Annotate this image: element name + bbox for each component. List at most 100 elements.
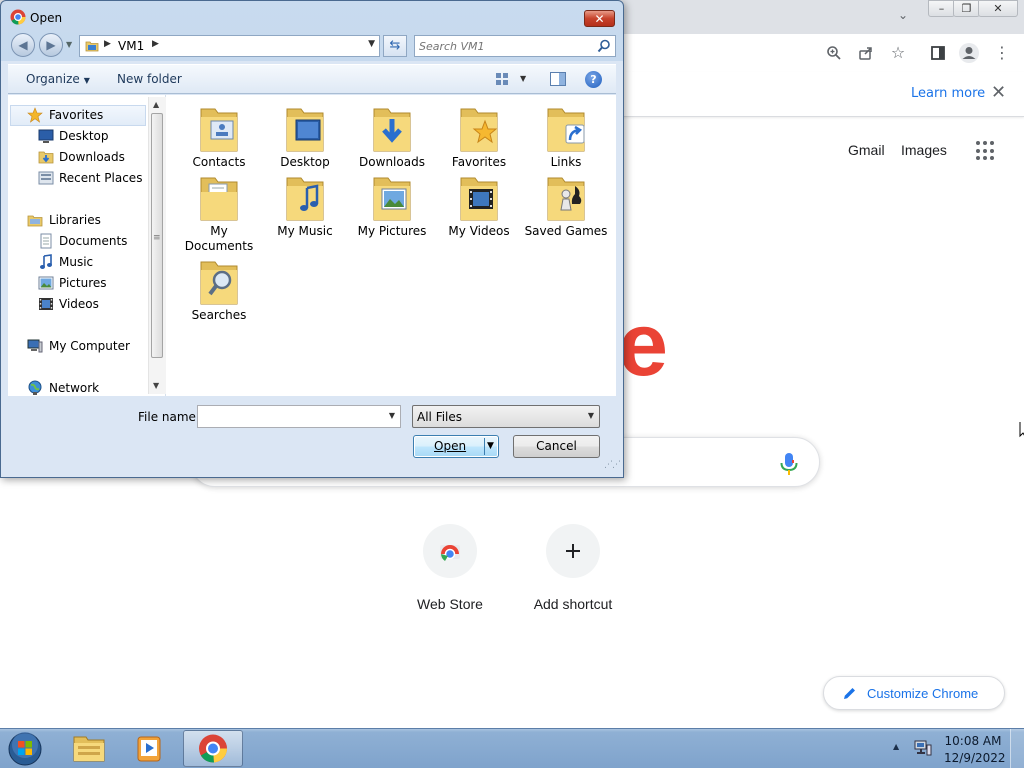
file-item-downloads[interactable]: Downloads [350,103,434,170]
search-field[interactable] [414,35,616,57]
nav-music-label: Music [59,255,94,269]
nav-desktop-label: Desktop [59,129,109,143]
bookmark-star-icon[interactable]: ☆ [886,41,910,65]
nav-desktop[interactable]: Desktop [10,126,149,146]
dialog-close-button[interactable]: ✕ [584,10,615,27]
breadcrumb-vm1[interactable]: VM1 [118,39,144,53]
file-item-my-pictures[interactable]: My Pictures [350,172,434,239]
file-name-input[interactable] [201,409,377,424]
gmail-link[interactable]: Gmail [848,142,885,158]
window-close-button[interactable]: ✕ [978,0,1018,17]
share-icon[interactable] [854,41,878,65]
clock-time[interactable]: 10:08 AM [944,734,1002,748]
new-folder-button[interactable]: New folder [117,72,182,86]
file-item-favorites[interactable]: Favorites [437,103,521,170]
network-tray-icon[interactable] [914,740,932,756]
organize-menu[interactable]: Organize ▼ [26,72,90,86]
infobar-close-icon[interactable]: ✕ [991,82,1006,103]
nav-recent-places[interactable]: Recent Places [10,168,149,188]
open-options-dropdown-icon[interactable]: ▼ [487,436,494,457]
recent-places-icon [38,171,54,185]
cancel-button[interactable]: Cancel [513,435,600,458]
images-link[interactable]: Images [901,142,947,158]
help-icon[interactable]: ? [585,71,602,88]
change-view-icon[interactable] [495,72,509,86]
saved-games-folder-icon [547,177,585,221]
file-item-label: Contacts [192,155,246,169]
web-store-shortcut[interactable] [423,524,477,578]
forward-button[interactable]: ▶ [39,33,63,57]
profile-avatar-icon[interactable] [957,41,981,65]
address-dropdown-icon[interactable]: ▼ [368,39,375,49]
side-panel-icon[interactable] [926,41,950,65]
mouse-cursor-icon [1019,421,1024,442]
nav-favorites[interactable]: Favorites [10,105,149,125]
add-shortcut-button[interactable] [546,524,600,578]
file-item-label: Downloads [359,155,425,169]
file-item-label: My Music [277,224,333,238]
media-player-icon [137,736,161,762]
preview-pane-icon[interactable] [550,72,566,86]
show-hidden-icons-arrow-icon[interactable]: ▲ [893,742,899,751]
view-options-dropdown-icon[interactable]: ▼ [520,74,526,83]
file-item-saved-games[interactable]: Saved Games [524,172,608,239]
google-logo-fragment: e [618,295,669,395]
file-item-label: My Videos [448,224,510,238]
taskbar-explorer[interactable] [60,730,118,767]
chevron-down-icon: ▼ [587,411,594,420]
show-desktop-button[interactable] [1010,729,1024,768]
nav-videos[interactable]: Videos [10,294,149,314]
nav-music[interactable]: Music [10,252,149,272]
restore-button[interactable]: ❐ [953,0,980,17]
apps-grid-icon[interactable] [976,141,996,161]
scroll-down-arrow-icon[interactable]: ▼ [153,381,159,390]
nav-recent-places-label: Recent Places [59,171,143,185]
minimize-button[interactable]: – [928,0,955,17]
nav-my-computer[interactable]: My Computer [10,336,149,356]
file-item-searches[interactable]: Searches [177,256,261,323]
resize-grip-icon[interactable]: ⋰⋰ [604,460,621,470]
file-type-filter-select[interactable]: All Files ▼ [412,405,600,428]
breadcrumb-arrow-icon[interactable]: ▶ [104,39,111,49]
nav-pictures[interactable]: Pictures [10,273,149,293]
file-item-label: Links [550,155,582,169]
navigation-scrollbar[interactable]: ▲ ≡ ▼ [148,97,166,394]
taskbar-chrome[interactable] [183,730,243,767]
music-note-icon [40,254,52,269]
open-button[interactable]: Open ▼ [413,435,499,458]
file-item-links[interactable]: Links [524,103,608,170]
file-item-desktop[interactable]: Desktop [263,103,347,170]
back-button[interactable]: ◀ [11,33,35,57]
file-name-combo[interactable]: ▼ [197,405,401,428]
learn-more-link[interactable]: Learn more [911,86,985,101]
nav-network[interactable]: Network [10,378,149,398]
file-item-my-music[interactable]: My Music [263,172,347,239]
chevron-down-icon[interactable]: ▼ [389,411,395,420]
tab-search-chevron-icon[interactable]: ⌄ [898,8,908,22]
file-item-my-videos[interactable]: My Videos [437,172,521,239]
file-item-my-documents[interactable]: My Documents [177,172,261,254]
voice-search-mic-icon[interactable] [778,452,800,476]
start-button[interactable] [6,731,44,767]
file-item-contacts[interactable]: Contacts [177,103,261,170]
desktop-folder-icon [286,108,324,152]
recent-locations-dropdown[interactable]: ▼ [66,40,72,49]
zoom-icon[interactable] [822,41,846,65]
search-input[interactable] [419,38,589,54]
refresh-button[interactable]: ⇆ [383,35,407,57]
plus-icon [566,544,580,558]
contacts-folder-icon [200,108,238,152]
nav-libraries[interactable]: Libraries [10,210,149,230]
nav-documents[interactable]: Documents [10,231,149,251]
scroll-up-arrow-icon[interactable]: ▲ [153,100,159,109]
explorer-folder-icon [73,736,105,762]
taskbar-media-player[interactable] [121,730,179,767]
menu-kebab-icon[interactable]: ⋮ [990,41,1014,65]
split-divider [484,438,485,455]
star-icon [27,107,43,123]
address-bar[interactable]: ▶ VM1 ▶ ▼ [79,35,380,57]
customize-chrome-button[interactable]: Customize Chrome [823,676,1005,710]
breadcrumb-arrow-icon[interactable]: ▶ [152,39,159,49]
clock-date[interactable]: 12/9/2022 [944,751,1006,765]
nav-downloads[interactable]: Downloads [10,147,149,167]
